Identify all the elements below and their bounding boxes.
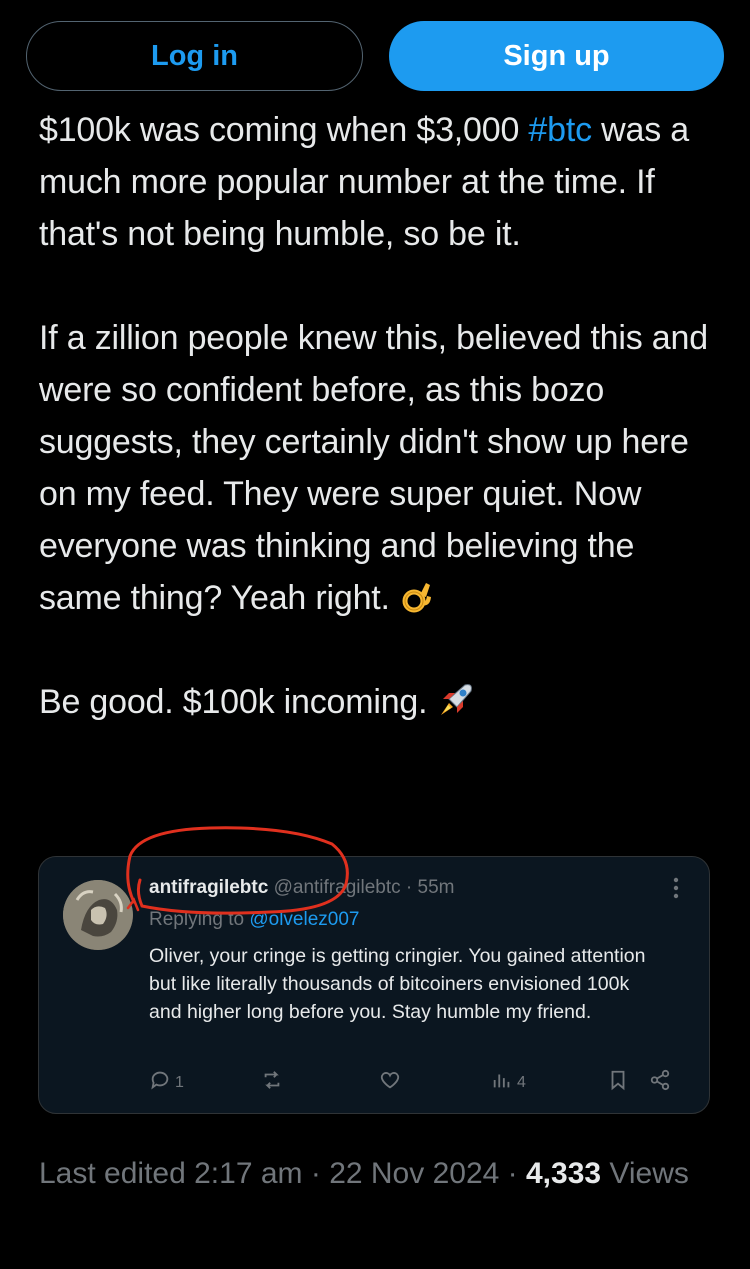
replying-to: Replying to @olvelez007 [149, 907, 359, 933]
like-button[interactable] [379, 1069, 401, 1096]
quote-actions: 1 4 [149, 1069, 689, 1097]
tweet-text-span: $100k was coming when $3,000 [39, 111, 529, 149]
quote-text: Oliver, your cringe is getting cringier.… [149, 945, 646, 1023]
reply-button[interactable]: 1 [149, 1069, 184, 1096]
tweet-date[interactable]: 22 Nov 2024 [329, 1157, 499, 1190]
replying-prefix: Replying to [149, 909, 250, 930]
tweet-paragraph-2: If a zillion people knew this, believed … [39, 312, 719, 624]
auth-bar: Log in Sign up [26, 21, 724, 93]
views-icon [491, 1069, 513, 1096]
ok-hand-emoji [400, 578, 436, 614]
repost-icon [261, 1069, 283, 1096]
repost-button[interactable] [261, 1069, 283, 1096]
tweet-paragraph-3: Be good. $100k incoming. [39, 676, 719, 728]
mention-link[interactable]: @olvelez007 [249, 909, 359, 930]
quote-author-handle[interactable]: @antifragilebtc [274, 877, 401, 898]
tweet-paragraph-1: $100k was coming when $3,000 #btc was a … [39, 104, 719, 260]
last-edited-time[interactable]: Last edited 2:17 am [39, 1157, 303, 1190]
rocket-emoji [435, 679, 477, 721]
reply-count: 1 [175, 1073, 184, 1091]
tweet-text-span: If a zillion people knew this, believed … [39, 319, 708, 617]
separator: · [405, 877, 413, 898]
quote-author-name[interactable]: antifragilebtc [149, 877, 268, 898]
separator: · [499, 1157, 526, 1190]
quote-timestamp[interactable]: 55m [418, 877, 455, 898]
share-button[interactable] [649, 1069, 671, 1096]
separator: · [302, 1157, 330, 1190]
quote-header: antifragilebtc @antifragilebtc · 55m [149, 875, 454, 901]
signup-button[interactable]: Sign up [389, 21, 724, 91]
more-vertical-icon[interactable] [673, 877, 679, 904]
tweet-meta: Last edited 2:17 am · 22 Nov 2024 · 4,33… [39, 1150, 719, 1198]
tweet-views-label: Views [609, 1157, 689, 1190]
hashtag-link[interactable]: #btc [528, 111, 592, 149]
avatar[interactable] [63, 880, 133, 950]
tweet-text: $100k was coming when $3,000 #btc was a … [39, 104, 719, 728]
tweet-text-span: Be good. $100k incoming. [39, 683, 428, 721]
quoted-reply-card[interactable]: antifragilebtc @antifragilebtc · 55m Rep… [38, 856, 710, 1114]
bookmark-button[interactable] [607, 1069, 629, 1096]
login-button[interactable]: Log in [26, 21, 363, 91]
heart-icon [379, 1069, 401, 1096]
views-count: 4 [517, 1073, 526, 1091]
views-button[interactable]: 4 [491, 1069, 526, 1096]
reply-icon [149, 1069, 171, 1096]
tweet-views-count: 4,333 [526, 1157, 602, 1190]
bookmark-icon [607, 1069, 629, 1096]
share-icon [649, 1069, 671, 1096]
